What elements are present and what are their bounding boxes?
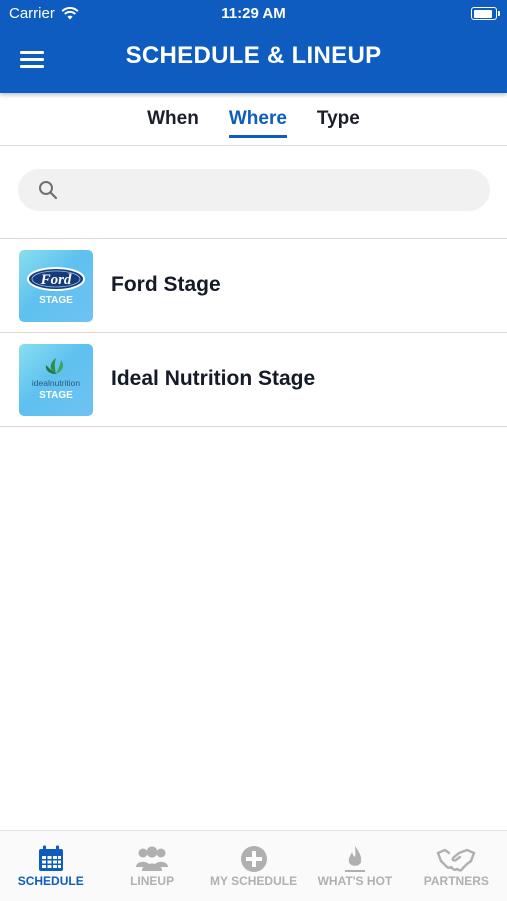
- search-icon: [39, 181, 58, 200]
- search-bar[interactable]: [18, 169, 490, 213]
- tab-where[interactable]: Where: [228, 100, 288, 138]
- page-title: SCHEDULE & LINEUP: [125, 42, 382, 69]
- bottom-tab-bar: SCHEDULE LINEUP MY SCHEDULE WHAT'S HOT P…: [0, 830, 507, 901]
- nav-label: MY SCHEDULE: [209, 874, 298, 888]
- tab-bar: When Where Type: [0, 93, 507, 146]
- nav-label: WHAT'S HOT: [317, 874, 393, 888]
- nav-label: SCHEDULE: [17, 874, 84, 888]
- plus-circle-icon: [240, 846, 267, 872]
- list-item-ford-stage[interactable]: Ford STAGE Ford Stage: [0, 239, 507, 333]
- app-header: Carrier 11:29 AM SCHEDULE & LINEUP: [0, 0, 507, 93]
- nav-lineup[interactable]: LINEUP: [101, 831, 202, 901]
- ideal-nutrition-stage-logo: idealnutrition STAGE: [19, 344, 93, 416]
- handshake-icon: [437, 848, 476, 872]
- flame-icon: [344, 846, 365, 872]
- nav-label: PARTNERS: [423, 874, 489, 888]
- battery-icon: [471, 7, 500, 20]
- nav-schedule[interactable]: SCHEDULE: [0, 831, 101, 901]
- list-item-ideal-nutrition-stage[interactable]: idealnutrition STAGE Ideal Nutrition Sta…: [0, 333, 507, 427]
- battery-fill: [473, 9, 492, 18]
- tab-when[interactable]: When: [147, 100, 199, 138]
- calendar-icon: [38, 845, 63, 871]
- ideal-nutrition-badge-text: STAGE: [39, 390, 73, 401]
- stage-name: Ideal Nutrition Stage: [111, 367, 316, 390]
- stage-name: Ford Stage: [111, 273, 221, 296]
- status-time: 11:29 AM: [221, 5, 286, 22]
- tab-type[interactable]: Type: [317, 100, 360, 138]
- nav-my-schedule[interactable]: MY SCHEDULE: [203, 831, 304, 901]
- nav-partners[interactable]: PARTNERS: [406, 831, 507, 901]
- status-bar: Carrier 11:29 AM: [0, 0, 507, 28]
- people-icon: [136, 846, 169, 871]
- ford-badge-text: STAGE: [39, 295, 73, 306]
- nav-label: LINEUP: [130, 874, 175, 888]
- nav-whats-hot[interactable]: WHAT'S HOT: [304, 831, 405, 901]
- ford-stage-logo: Ford STAGE: [19, 250, 93, 322]
- ford-logo-text: Ford: [40, 272, 72, 288]
- search-input[interactable]: [72, 169, 476, 213]
- search-section: [0, 146, 507, 239]
- ideal-nutrition-logo-text: idealnutrition: [32, 378, 80, 388]
